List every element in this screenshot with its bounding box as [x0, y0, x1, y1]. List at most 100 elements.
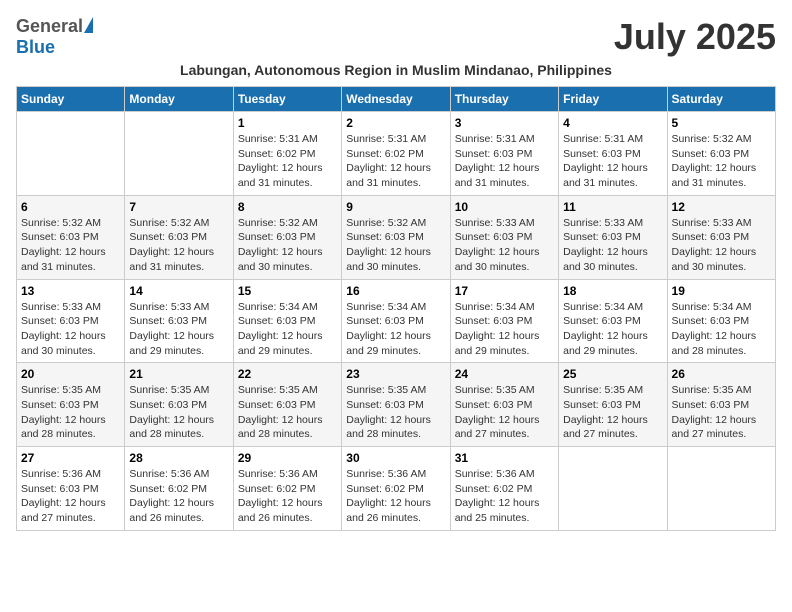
- day-info: Sunrise: 5:34 AMSunset: 6:03 PMDaylight:…: [346, 300, 445, 359]
- day-number: 26: [672, 367, 771, 381]
- calendar-cell: 30 Sunrise: 5:36 AMSunset: 6:02 PMDayligh…: [342, 447, 450, 531]
- day-info: Sunrise: 5:36 AMSunset: 6:03 PMDaylight:…: [21, 467, 120, 526]
- day-number: 6: [21, 200, 120, 214]
- calendar-cell: 31 Sunrise: 5:36 AMSunset: 6:02 PMDayligh…: [450, 447, 558, 531]
- calendar-cell: 24 Sunrise: 5:35 AMSunset: 6:03 PMDayligh…: [450, 363, 558, 447]
- calendar-cell: 22Sunrise: 5:35 AMSunset: 6:03 PMDayligh…: [233, 363, 341, 447]
- weekday-header-friday: Friday: [559, 87, 667, 112]
- calendar-cell: 18 Sunrise: 5:34 AMSunset: 6:03 PMDayligh…: [559, 279, 667, 363]
- header: General Blue July 2025: [16, 16, 776, 58]
- day-number: 25: [563, 367, 662, 381]
- day-info: Sunrise: 5:33 AMSunset: 6:03 PMDaylight:…: [129, 300, 228, 359]
- day-info: Sunrise: 5:31 AMSunset: 6:02 PMDaylight:…: [238, 132, 337, 191]
- calendar-cell: [17, 112, 125, 196]
- day-number: 7: [129, 200, 228, 214]
- day-info: Sunrise: 5:33 AMSunset: 6:03 PMDaylight:…: [455, 216, 554, 275]
- day-info: Sunrise: 5:31 AMSunset: 6:02 PMDaylight:…: [346, 132, 445, 191]
- month-title: July 2025: [614, 16, 776, 58]
- calendar-cell: 19 Sunrise: 5:34 AMSunset: 6:03 PMDayligh…: [667, 279, 775, 363]
- day-number: 19: [672, 284, 771, 298]
- logo-blue: Blue: [16, 37, 55, 57]
- calendar-week-row: 6 Sunrise: 5:32 AMSunset: 6:03 PMDaylight…: [17, 195, 776, 279]
- day-info: Sunrise: 5:33 AMSunset: 6:03 PMDaylight:…: [672, 216, 771, 275]
- calendar-cell: [667, 447, 775, 531]
- day-info: Sunrise: 5:34 AMSunset: 6:03 PMDaylight:…: [455, 300, 554, 359]
- calendar-cell: 4Sunrise: 5:31 AMSunset: 6:03 PMDaylight…: [559, 112, 667, 196]
- calendar-week-row: 27Sunrise: 5:36 AMSunset: 6:03 PMDayligh…: [17, 447, 776, 531]
- day-info: Sunrise: 5:32 AMSunset: 6:03 PMDaylight:…: [129, 216, 228, 275]
- calendar-cell: 9 Sunrise: 5:32 AMSunset: 6:03 PMDaylight…: [342, 195, 450, 279]
- calendar-cell: 8Sunrise: 5:32 AMSunset: 6:03 PMDaylight…: [233, 195, 341, 279]
- calendar-cell: [559, 447, 667, 531]
- calendar-cell: 2 Sunrise: 5:31 AMSunset: 6:02 PMDaylight…: [342, 112, 450, 196]
- day-number: 1: [238, 116, 337, 130]
- day-info: Sunrise: 5:36 AMSunset: 6:02 PMDaylight:…: [238, 467, 337, 526]
- weekday-header-sunday: Sunday: [17, 87, 125, 112]
- calendar-cell: 16 Sunrise: 5:34 AMSunset: 6:03 PMDayligh…: [342, 279, 450, 363]
- calendar-cell: 10 Sunrise: 5:33 AMSunset: 6:03 PMDayligh…: [450, 195, 558, 279]
- day-number: 17: [455, 284, 554, 298]
- calendar-cell: 14Sunrise: 5:33 AMSunset: 6:03 PMDayligh…: [125, 279, 233, 363]
- calendar-cell: 23Sunrise: 5:35 AMSunset: 6:03 PMDayligh…: [342, 363, 450, 447]
- calendar-cell: 12Sunrise: 5:33 AMSunset: 6:03 PMDayligh…: [667, 195, 775, 279]
- calendar-table: SundayMondayTuesdayWednesdayThursdayFrid…: [16, 86, 776, 531]
- day-number: 30: [346, 451, 445, 465]
- weekday-header-saturday: Saturday: [667, 87, 775, 112]
- calendar-cell: 21Sunrise: 5:35 AMSunset: 6:03 PMDayligh…: [125, 363, 233, 447]
- calendar-cell: 6Sunrise: 5:32 AMSunset: 6:03 PMDaylight…: [17, 195, 125, 279]
- day-info: Sunrise: 5:31 AMSunset: 6:03 PMDaylight:…: [455, 132, 554, 191]
- logo-general: General: [16, 16, 83, 37]
- weekday-header-monday: Monday: [125, 87, 233, 112]
- day-info: Sunrise: 5:33 AMSunset: 6:03 PMDaylight:…: [21, 300, 120, 359]
- calendar-cell: 27Sunrise: 5:36 AMSunset: 6:03 PMDayligh…: [17, 447, 125, 531]
- calendar-cell: 7 Sunrise: 5:32 AMSunset: 6:03 PMDaylight…: [125, 195, 233, 279]
- day-number: 3: [455, 116, 554, 130]
- calendar-week-row: 13 Sunrise: 5:33 AMSunset: 6:03 PMDayligh…: [17, 279, 776, 363]
- day-info: Sunrise: 5:36 AMSunset: 6:02 PMDaylight:…: [346, 467, 445, 526]
- day-info: Sunrise: 5:34 AMSunset: 6:03 PMDaylight:…: [672, 300, 771, 359]
- day-info: Sunrise: 5:35 AMSunset: 6:03 PMDaylight:…: [129, 383, 228, 442]
- calendar-cell: 13 Sunrise: 5:33 AMSunset: 6:03 PMDayligh…: [17, 279, 125, 363]
- day-info: Sunrise: 5:32 AMSunset: 6:03 PMDaylight:…: [238, 216, 337, 275]
- weekday-header-tuesday: Tuesday: [233, 87, 341, 112]
- day-number: 24: [455, 367, 554, 381]
- calendar-cell: 20Sunrise: 5:35 AMSunset: 6:03 PMDayligh…: [17, 363, 125, 447]
- calendar-cell: 3 Sunrise: 5:31 AMSunset: 6:03 PMDaylight…: [450, 112, 558, 196]
- calendar-header-row: SundayMondayTuesdayWednesdayThursdayFrid…: [17, 87, 776, 112]
- day-info: Sunrise: 5:35 AMSunset: 6:03 PMDaylight:…: [563, 383, 662, 442]
- day-number: 13: [21, 284, 120, 298]
- calendar-cell: 26 Sunrise: 5:35 AMSunset: 6:03 PMDayligh…: [667, 363, 775, 447]
- day-info: Sunrise: 5:33 AMSunset: 6:03 PMDaylight:…: [563, 216, 662, 275]
- calendar-cell: 11 Sunrise: 5:33 AMSunset: 6:03 PMDayligh…: [559, 195, 667, 279]
- calendar-cell: 5 Sunrise: 5:32 AMSunset: 6:03 PMDaylight…: [667, 112, 775, 196]
- day-info: Sunrise: 5:35 AMSunset: 6:03 PMDaylight:…: [672, 383, 771, 442]
- day-info: Sunrise: 5:31 AMSunset: 6:03 PMDaylight:…: [563, 132, 662, 191]
- day-info: Sunrise: 5:36 AMSunset: 6:02 PMDaylight:…: [455, 467, 554, 526]
- calendar-cell: 25 Sunrise: 5:35 AMSunset: 6:03 PMDayligh…: [559, 363, 667, 447]
- day-number: 18: [563, 284, 662, 298]
- day-info: Sunrise: 5:35 AMSunset: 6:03 PMDaylight:…: [21, 383, 120, 442]
- day-info: Sunrise: 5:35 AMSunset: 6:03 PMDaylight:…: [238, 383, 337, 442]
- day-info: Sunrise: 5:34 AMSunset: 6:03 PMDaylight:…: [563, 300, 662, 359]
- day-info: Sunrise: 5:32 AMSunset: 6:03 PMDaylight:…: [672, 132, 771, 191]
- day-number: 11: [563, 200, 662, 214]
- day-info: Sunrise: 5:36 AMSunset: 6:02 PMDaylight:…: [129, 467, 228, 526]
- day-number: 2: [346, 116, 445, 130]
- calendar-cell: 17 Sunrise: 5:34 AMSunset: 6:03 PMDayligh…: [450, 279, 558, 363]
- day-number: 9: [346, 200, 445, 214]
- weekday-header-wednesday: Wednesday: [342, 87, 450, 112]
- day-number: 31: [455, 451, 554, 465]
- weekday-header-thursday: Thursday: [450, 87, 558, 112]
- day-info: Sunrise: 5:35 AMSunset: 6:03 PMDaylight:…: [455, 383, 554, 442]
- day-number: 5: [672, 116, 771, 130]
- day-number: 15: [238, 284, 337, 298]
- calendar-cell: 29Sunrise: 5:36 AMSunset: 6:02 PMDayligh…: [233, 447, 341, 531]
- day-info: Sunrise: 5:32 AMSunset: 6:03 PMDaylight:…: [346, 216, 445, 275]
- calendar-cell: 28 Sunrise: 5:36 AMSunset: 6:02 PMDayligh…: [125, 447, 233, 531]
- day-number: 16: [346, 284, 445, 298]
- day-number: 10: [455, 200, 554, 214]
- calendar-week-row: 1 Sunrise: 5:31 AMSunset: 6:02 PMDaylight…: [17, 112, 776, 196]
- day-number: 28: [129, 451, 228, 465]
- logo: General Blue: [16, 16, 93, 58]
- calendar-cell: [125, 112, 233, 196]
